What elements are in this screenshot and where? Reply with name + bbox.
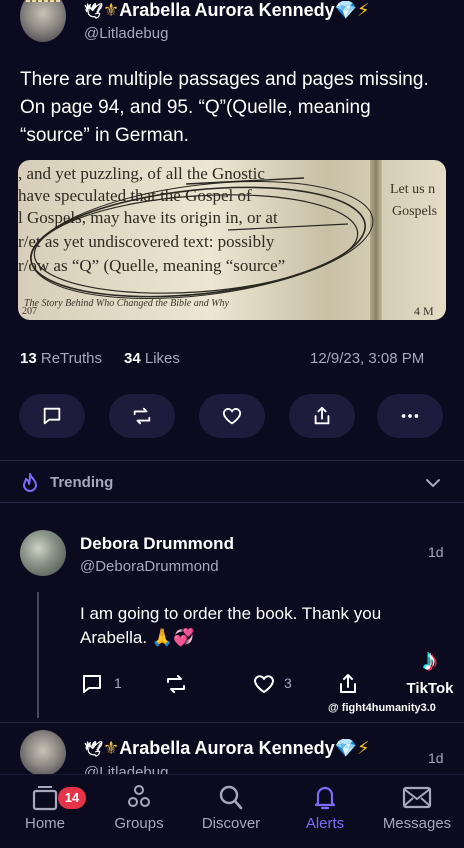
fleur-de-lis-icon: ⚜ [103, 0, 120, 20]
tiktok-note-icon: ♪ [422, 644, 438, 677]
nav-alerts-label: Alerts [305, 815, 345, 832]
dove-emoji-icon: 🕊 [84, 741, 104, 758]
like-button[interactable] [199, 394, 265, 438]
ellipsis-icon [401, 414, 419, 418]
section-divider [0, 502, 464, 503]
nav-home[interactable]: Home 14 [0, 783, 90, 832]
share-icon [314, 406, 330, 425]
diamond-emoji-icon: 💎 [334, 738, 358, 758]
author-avatar[interactable] [20, 0, 66, 42]
tiktok-username: @ fight4humanity3.0 [328, 702, 436, 714]
nav-discover-label: Discover [201, 815, 261, 832]
author-name: Arabella Aurora Kennedy [119, 0, 335, 20]
reply-author-name[interactable]: Debora Drummond [80, 534, 234, 554]
reply-repost-icon[interactable] [164, 672, 188, 696]
likes-stat[interactable]: 34 Likes [124, 350, 180, 367]
diamond-emoji-icon: 💎 [334, 0, 358, 20]
nav-messages-label: Messages [382, 815, 452, 832]
section-divider [0, 722, 464, 723]
nav-alerts[interactable]: Alerts [280, 783, 370, 832]
repost-icon [133, 407, 151, 425]
bottom-nav: Home 14 Groups Discover Alerts Messages [0, 774, 464, 848]
reply-time: 1d [428, 544, 444, 560]
flame-icon [23, 473, 37, 492]
more-options-button[interactable] [377, 394, 443, 438]
reply-author-handle[interactable]: @DeboraDrummond [80, 558, 219, 575]
comment-icon [43, 407, 61, 425]
notification-badge: 14 [58, 787, 86, 809]
reply-button[interactable] [19, 394, 85, 438]
reply-text: I am going to order the book. Thank you … [80, 604, 382, 647]
bell-icon [314, 786, 336, 810]
reply-author-avatar[interactable] [20, 530, 66, 576]
author-handle[interactable]: @Litladebug [84, 25, 168, 42]
nav-messages[interactable]: Messages [372, 783, 462, 832]
author-name-row[interactable]: 🕊⚜Arabella Aurora Kennedy💎⚡ [84, 0, 370, 21]
reply-share-icon[interactable] [336, 672, 360, 696]
trending-label[interactable]: Trending [50, 474, 113, 491]
dove-emoji-icon: 🕊 [84, 3, 104, 20]
reply-heart-icon[interactable] [252, 672, 276, 696]
groups-icon [128, 785, 150, 807]
home-icon [32, 786, 58, 811]
tiktok-watermark: ♪ TikTok [402, 644, 458, 697]
thread-line [37, 592, 39, 718]
fleur-de-lis-icon: ⚜ [103, 738, 120, 758]
tiktok-brand: TikTok [406, 680, 454, 697]
bolt-emoji-icon: ⚡ [357, 738, 370, 758]
share-button[interactable] [289, 394, 355, 438]
next-post-author-row[interactable]: 🕊⚜Arabella Aurora Kennedy💎⚡ [84, 738, 370, 759]
post-image[interactable]: , and yet puzzling, of all the Gnostic h… [18, 160, 446, 320]
mail-icon [402, 786, 432, 809]
retruth-button[interactable] [109, 394, 175, 438]
post-text: There are multiple passages and pages mi… [20, 69, 429, 146]
nav-discover[interactable]: Discover [186, 783, 276, 832]
reply-comment-icon[interactable] [80, 672, 104, 696]
search-icon [219, 785, 243, 810]
heart-icon [222, 408, 242, 425]
chevron-down-icon[interactable] [424, 474, 442, 492]
reply-comment-count: 1 [114, 675, 122, 691]
pen-circle-scribble [30, 177, 374, 299]
section-divider [0, 460, 464, 461]
next-post-avatar[interactable] [20, 730, 66, 776]
nav-groups[interactable]: Groups [94, 783, 184, 832]
nav-home-label: Home [24, 815, 65, 832]
retruths-stat[interactable]: 13 ReTruths [20, 350, 102, 367]
nav-groups-label: Groups [114, 815, 164, 832]
next-post-time: 1d [428, 750, 444, 766]
post-timestamp: 12/9/23, 3:08 PM [310, 350, 425, 367]
next-post-author-name: Arabella Aurora Kennedy [119, 738, 335, 758]
bolt-emoji-icon: ⚡ [357, 0, 370, 20]
reply-like-count: 3 [284, 675, 292, 691]
